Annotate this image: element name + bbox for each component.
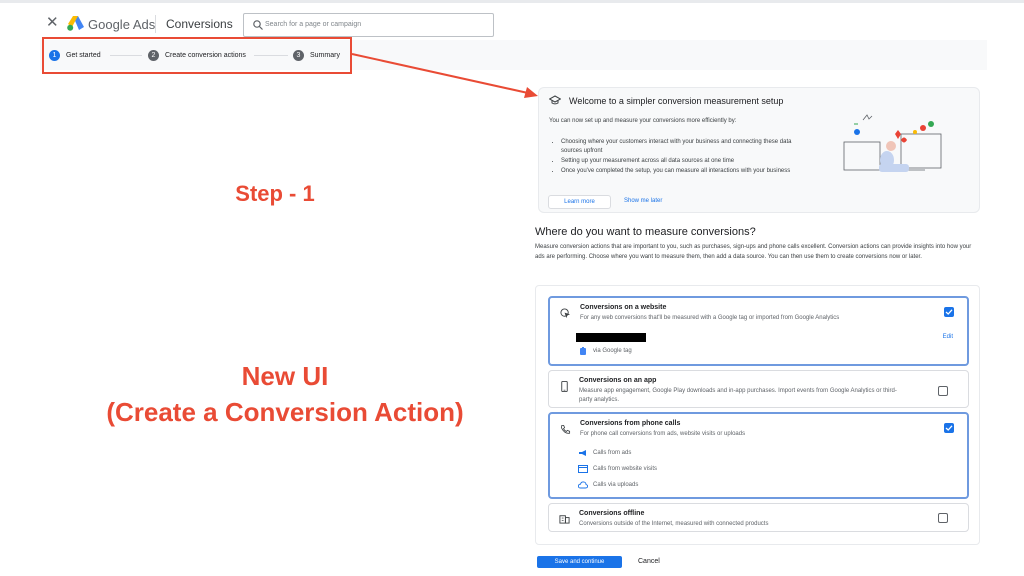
cloud-upload-icon	[578, 481, 588, 489]
option-website[interactable]: Conversions on a website For any web con…	[548, 296, 969, 366]
welcome-card: Welcome to a simpler conversion measurem…	[538, 87, 980, 213]
option-app[interactable]: Conversions on an app Measure app engage…	[548, 370, 969, 408]
welcome-bullet: Choosing where your customers interact w…	[561, 138, 811, 156]
learn-more-button[interactable]: Learn more	[548, 195, 611, 209]
phone-call-icon	[560, 424, 571, 434]
welcome-intro: You can now set up and measure your conv…	[549, 118, 737, 124]
calls-from-ads-row: Calls from ads	[578, 449, 631, 457]
conversion-options-panel: Conversions on a website For any web con…	[535, 285, 980, 545]
brand-name: Google Ads	[88, 17, 156, 32]
calls-from-website-row: Calls from website visits	[578, 465, 657, 473]
sub-option-label: Calls from website visits	[593, 466, 658, 472]
search-input[interactable]: Search for a page or campaign	[243, 13, 494, 37]
google-tag-icon	[580, 347, 586, 355]
redacted-tag-id	[576, 333, 646, 342]
welcome-bullet: Once you've completed the setup, you can…	[561, 167, 811, 176]
via-google-tag-row: via Google tag	[578, 347, 632, 355]
option-description: Conversions outside of the Internet, mea…	[579, 521, 769, 527]
calls-via-uploads-row: Calls via uploads	[578, 481, 638, 489]
option-description: Measure app engagement, Google Play down…	[579, 388, 897, 403]
option-title: Conversions offline	[579, 510, 645, 517]
annotation-new-ui: New UI (Create a Conversion Action)	[60, 358, 510, 430]
search-placeholder: Search for a page or campaign	[265, 21, 362, 28]
option-phone-calls[interactable]: Conversions from phone calls For phone c…	[548, 412, 969, 499]
annotation-step-label: Step - 1	[235, 181, 315, 206]
option-offline[interactable]: Conversions offline Conversions outside …	[548, 503, 969, 532]
welcome-title: Welcome to a simpler conversion measurem…	[569, 96, 784, 106]
welcome-illustration	[843, 114, 942, 172]
option-description: For any web conversions that'll be measu…	[580, 315, 840, 321]
option-title: Conversions on an app	[579, 377, 657, 384]
megaphone-icon	[579, 450, 586, 456]
close-icon[interactable]: ✕	[46, 15, 59, 30]
show-me-later-button[interactable]: Show me later	[624, 198, 662, 204]
cancel-button[interactable]: Cancel	[638, 558, 660, 565]
header-divider	[155, 15, 156, 33]
website-checkbox[interactable]	[944, 307, 954, 317]
option-title: Conversions on a website	[580, 304, 667, 311]
option-description: For phone call conversions from ads, web…	[580, 431, 746, 437]
welcome-bullets: Choosing where your customers interact w…	[561, 138, 811, 177]
annotation-highlight-box	[42, 37, 352, 74]
top-bar: ✕ Google Ads Conversions Search for a pa…	[0, 0, 1024, 42]
option-title: Conversions from phone calls	[580, 420, 681, 427]
building-icon	[559, 515, 570, 524]
via-google-tag-label: via Google tag	[593, 348, 632, 354]
offline-checkbox[interactable]	[938, 513, 948, 523]
edit-link[interactable]: Edit	[943, 334, 953, 340]
phone-calls-checkbox[interactable]	[944, 423, 954, 433]
sub-option-label: Calls from ads	[593, 450, 632, 456]
section-title: Where do you want to measure conversions…	[535, 226, 756, 238]
save-and-continue-button[interactable]: Save and continue	[537, 556, 622, 568]
phone-device-icon	[561, 381, 568, 392]
browser-window-icon	[578, 465, 588, 473]
search-icon	[253, 20, 263, 30]
app-checkbox[interactable]	[938, 386, 948, 396]
welcome-bullet: Setting up your measurement across all d…	[561, 157, 811, 166]
page-title: Conversions	[166, 17, 233, 31]
annotation-new-ui-line2: (Create a Conversion Action)	[106, 397, 464, 427]
annotation-arrow	[351, 53, 538, 98]
sub-option-label: Calls via uploads	[593, 482, 639, 488]
google-ads-logo	[67, 16, 84, 31]
annotation-new-ui-line1: New UI	[241, 361, 329, 391]
cursor-click-icon	[560, 308, 571, 319]
section-description: Measure conversion actions that are impo…	[535, 244, 972, 260]
graduation-cap-icon	[549, 95, 561, 105]
